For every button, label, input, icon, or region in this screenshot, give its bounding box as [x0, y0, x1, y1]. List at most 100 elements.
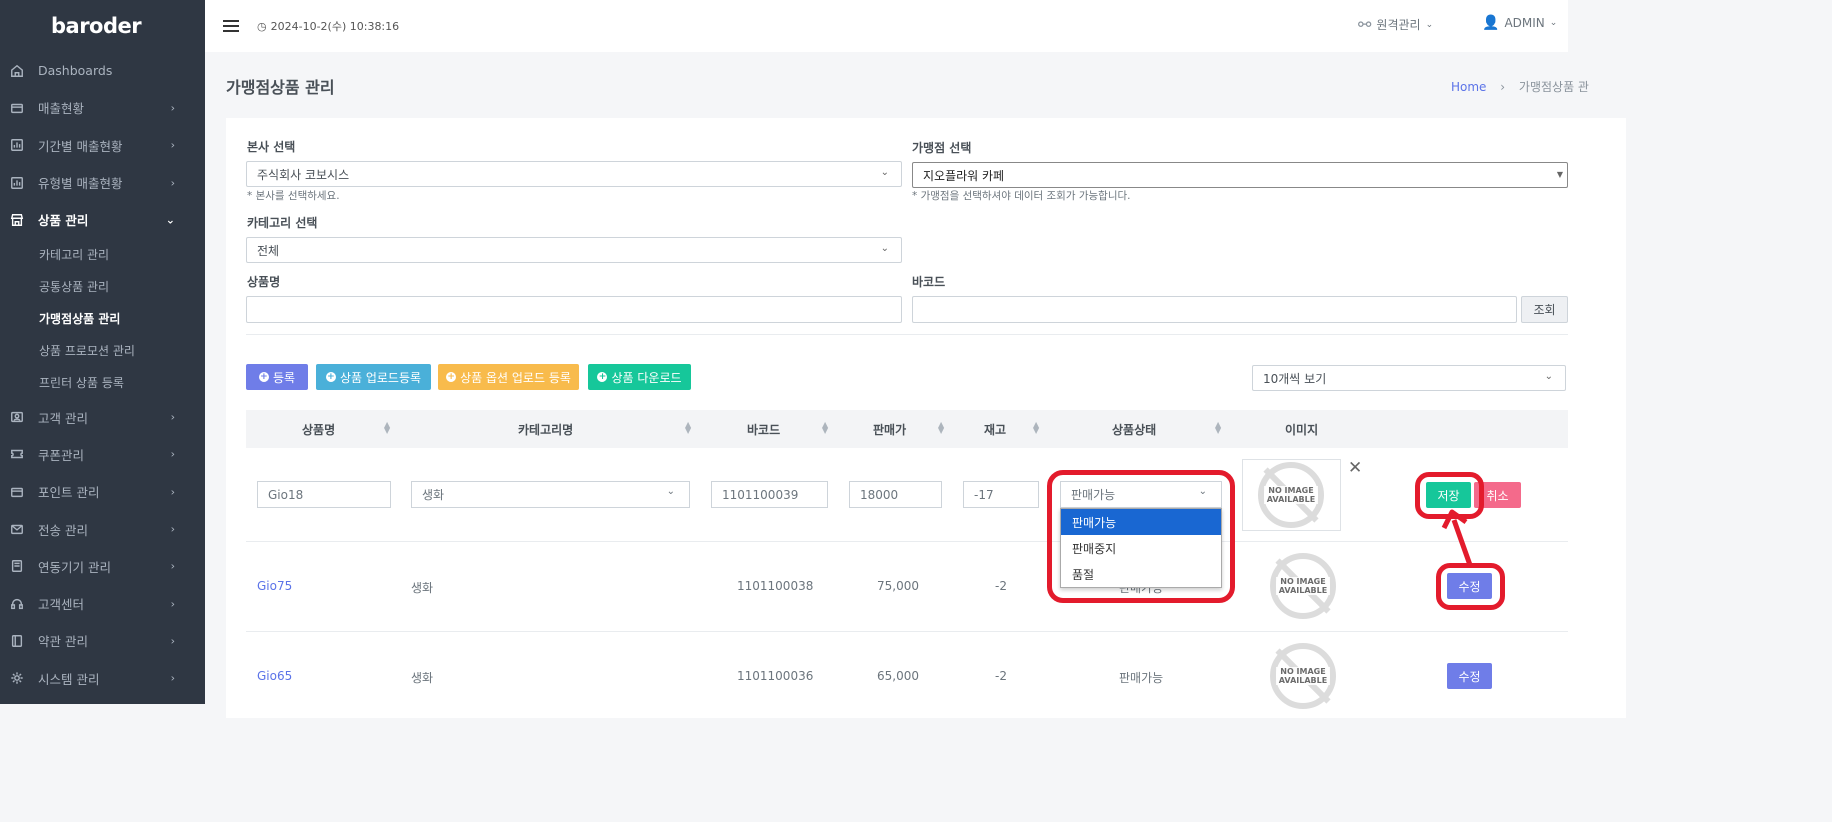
breadcrumb-home[interactable]: Home: [1451, 80, 1486, 94]
category-select[interactable]: 전체 ⌄: [246, 237, 902, 263]
hq-select[interactable]: 주식회사 코보시스 ⌄: [246, 161, 902, 187]
barcode-input[interactable]: [912, 296, 1517, 323]
page-size-select[interactable]: 10개씩 보기 ⌄: [1252, 365, 1566, 391]
sidebar-item-label: 전송 관리: [38, 522, 88, 538]
sort-icon[interactable]: ▲ ▼: [685, 421, 691, 435]
col-price[interactable]: 판매가: [873, 410, 906, 448]
edit-name-input[interactable]: Gio18: [257, 481, 391, 508]
clock-icon: ◷: [257, 19, 267, 33]
sort-icon[interactable]: ▲ ▼: [1033, 421, 1039, 435]
register-button[interactable]: + 등록: [246, 364, 308, 390]
price-cell: 75,000: [877, 579, 919, 593]
edit-stock-value: -17: [974, 487, 994, 502]
sidebar-item-label: 상품 관리: [38, 213, 89, 229]
sidebar-item-messages[interactable]: 전송 관리 ›: [0, 510, 205, 547]
hq-label: 본사 선택: [247, 140, 296, 154]
sidebar-item-label: 기간별 매출현황: [38, 138, 123, 154]
search-button[interactable]: 조회: [1521, 296, 1568, 323]
sort-icon[interactable]: ▲ ▼: [822, 421, 828, 435]
edit-button[interactable]: 수정: [1447, 663, 1492, 689]
sort-icon[interactable]: ▲ ▼: [938, 421, 944, 435]
sidebar-item-type-sales[interactable]: 유형별 매출현황 ›: [0, 164, 205, 201]
sidebar-item-period-sales[interactable]: 기간별 매출현황 ›: [0, 127, 205, 164]
sidebar-item-sales[interactable]: 매출현황 ›: [0, 89, 205, 126]
menu-toggle-icon[interactable]: [223, 20, 239, 32]
sidebar-subitem-store-products[interactable]: 가맹점상품 관리: [0, 302, 205, 334]
sidebar-subitem-category[interactable]: 카테고리 관리: [0, 238, 205, 270]
col-product-name[interactable]: 상품명: [302, 410, 335, 448]
app-logo[interactable]: baroder: [0, 0, 205, 52]
plus-circle-icon: +: [446, 371, 457, 382]
headset-icon: [10, 597, 24, 611]
register-label: 등록: [272, 370, 296, 385]
store-select[interactable]: 지오플라워 카페 ▼: [912, 162, 1568, 188]
edit-name-value: Gio18: [268, 487, 304, 502]
chevron-down-icon: ⌄: [1544, 371, 1553, 382]
chevron-right-icon: ›: [170, 138, 175, 152]
no-image-text: NO IMAGE AVAILABLE: [1264, 486, 1318, 504]
option-upload-button[interactable]: + 상품 옵션 업로드 등록: [438, 364, 579, 390]
store-hint: * 가맹점을 선택하셔야 데이터 조회가 가능합니다.: [912, 190, 1131, 202]
sidebar-subitem-printer[interactable]: 프린터 상품 등록: [0, 366, 205, 398]
category-select-value: 전체: [257, 243, 280, 258]
product-name-link[interactable]: Gio75: [257, 579, 292, 593]
chevron-right-icon: ›: [170, 634, 175, 648]
product-name-input[interactable]: [246, 296, 902, 323]
highlight-status-dropdown: [1047, 470, 1235, 603]
sort-icon[interactable]: ▲ ▼: [1215, 421, 1221, 435]
edit-barcode-input[interactable]: 1101100039: [711, 481, 828, 508]
link-icon: ⚯: [1358, 15, 1372, 34]
sidebar-item-products[interactable]: 상품 관리 ⌄: [0, 201, 205, 238]
close-icon[interactable]: ✕: [1348, 458, 1362, 478]
annotation-arrow-icon: [1441, 509, 1473, 566]
mail-icon: [10, 522, 24, 536]
chevron-right-icon: ›: [170, 485, 175, 499]
sidebar-item-label: 포인트 관리: [38, 485, 100, 501]
sidebar-subitem-common-products[interactable]: 공통상품 관리: [0, 270, 205, 302]
chevron-down-icon: ⌄: [880, 243, 889, 254]
col-stock[interactable]: 재고: [984, 410, 1006, 448]
edit-stock-input[interactable]: -17: [963, 481, 1039, 508]
sort-icon[interactable]: ▲ ▼: [384, 421, 390, 435]
breadcrumb-current: 가맹점상품 관: [1518, 80, 1589, 94]
sidebar-subitem-promotion[interactable]: 상품 프로모션 관리: [0, 334, 205, 366]
upload-button[interactable]: + 상품 업로드등록: [316, 364, 431, 390]
edit-price-value: 18000: [860, 487, 899, 502]
hq-hint: * 본사를 선택하세요.: [247, 190, 340, 202]
chevron-right-icon: ›: [170, 410, 175, 424]
row-divider: [246, 631, 1568, 632]
table-header: 상품명 ▲ ▼ 카테고리명 ▲ ▼ 바코드 ▲ ▼ 판매가 ▲ ▼ 재고 ▲ ▼ 상품상태…: [246, 410, 1568, 448]
sidebar-item-system[interactable]: 시스템 관리 ›: [0, 660, 205, 697]
product-name-link[interactable]: Gio65: [257, 669, 292, 683]
sidebar-item-coupons[interactable]: 쿠폰관리 ›: [0, 436, 205, 473]
sidebar-item-dashboards[interactable]: Dashboards: [0, 52, 205, 89]
home-icon: [10, 64, 24, 78]
book-icon: [10, 634, 24, 648]
sidebar-item-customers[interactable]: 고객 관리 ›: [0, 398, 205, 435]
download-button[interactable]: + 상품 다운로드: [588, 364, 691, 390]
sidebar-item-label: 시스템 관리: [38, 671, 100, 687]
price-cell: 65,000: [877, 669, 919, 683]
chevron-right-icon: ›: [170, 671, 175, 685]
edit-barcode-value: 1101100039: [722, 487, 799, 502]
admin-menu[interactable]: 👤 ADMIN ⌄: [1482, 15, 1557, 31]
chevron-right-icon: ›: [170, 522, 175, 536]
remote-menu[interactable]: ⚯ 원격관리 ⌄: [1358, 15, 1433, 34]
col-barcode[interactable]: 바코드: [747, 410, 780, 448]
upload-label: 상품 업로드등록: [339, 370, 422, 385]
col-status[interactable]: 상품상태: [1112, 410, 1156, 448]
edit-category-select[interactable]: 생화 ⌄: [411, 481, 690, 508]
datetime-text: 2024-10-2(수) 10:38:16: [270, 20, 400, 33]
sidebar-item-label: Dashboards: [38, 63, 113, 79]
sidebar-item-devices[interactable]: 연동기기 관리 ›: [0, 548, 205, 585]
store-select-value: 지오플라워 카페: [923, 168, 1005, 183]
user-icon: 👤: [1482, 15, 1500, 31]
caret-down-icon: ▼: [1556, 170, 1563, 179]
sidebar-item-points[interactable]: 포인트 관리 ›: [0, 473, 205, 510]
edit-price-input[interactable]: 18000: [849, 481, 942, 508]
chevron-right-icon: ›: [170, 559, 175, 573]
col-category[interactable]: 카테고리명: [518, 410, 573, 448]
barcode-cell: 1101100038: [737, 579, 814, 593]
sidebar-item-support[interactable]: 고객센터 ›: [0, 585, 205, 622]
sidebar-item-terms[interactable]: 약관 관리 ›: [0, 622, 205, 659]
